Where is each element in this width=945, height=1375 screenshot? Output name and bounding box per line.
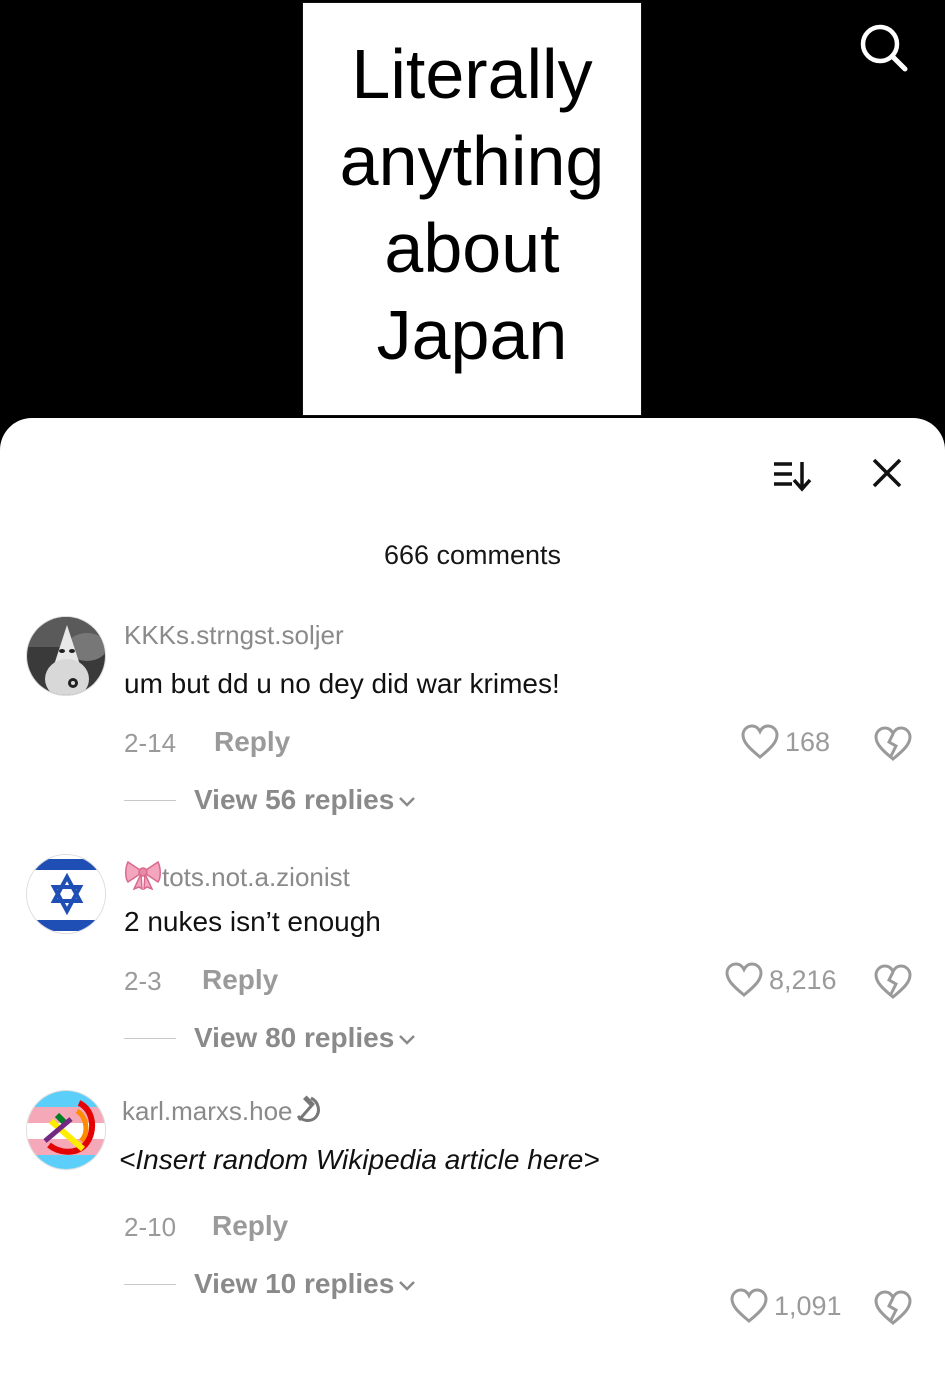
chevron-down-icon [399, 1280, 416, 1291]
like-button[interactable]: 168 [741, 724, 830, 760]
comment-text: 2 nukes isn’t enough [124, 906, 381, 937]
video-area[interactable]: Literally anything about Japan [0, 0, 945, 430]
reply-button[interactable]: Reply [202, 964, 278, 996]
search-icon [860, 24, 908, 72]
chevron-down-icon [399, 1034, 416, 1045]
view-replies-button[interactable]: View 80 replies [194, 1022, 416, 1054]
divider [124, 1038, 176, 1039]
avatar[interactable] [26, 1090, 106, 1170]
dislike-button[interactable] [874, 726, 912, 764]
username-row[interactable]: karl.marxs.hoe [122, 1094, 323, 1127]
reply-button[interactable]: Reply [212, 1210, 288, 1242]
like-count: 168 [785, 726, 831, 757]
close-button[interactable] [866, 454, 910, 498]
comment-count: 666 comments [383, 540, 562, 570]
broken-heart-icon [874, 1290, 912, 1325]
title-card: Literally anything about Japan [302, 2, 642, 416]
like-button[interactable]: 1,091 [730, 1288, 842, 1324]
comment-date: 2-14 [124, 728, 177, 758]
broken-heart-icon [874, 726, 912, 761]
heart-icon [725, 962, 763, 997]
username: tots.not.a.zionist [162, 862, 350, 892]
search-button[interactable] [856, 20, 912, 76]
comment-text: um but dd u no dey did war krimes! [124, 668, 560, 699]
username[interactable]: KKKs.strngst.soljer [124, 620, 344, 651]
avatar[interactable] [26, 616, 106, 696]
comment-date: 2-3 [124, 966, 162, 996]
heart-icon [730, 1288, 768, 1323]
username-row[interactable]: tots.not.a.zionist [124, 858, 350, 893]
username: karl.marxs.hoe [122, 1096, 293, 1126]
hooded-figure-avatar-icon [27, 617, 105, 695]
sort-button[interactable] [770, 458, 814, 502]
view-replies-label: View 10 replies [194, 1268, 395, 1299]
heart-icon [741, 724, 779, 759]
view-replies-label: View 80 replies [194, 1022, 395, 1053]
view-replies-button[interactable]: View 10 replies [194, 1268, 416, 1300]
dislike-button[interactable] [874, 1290, 912, 1328]
close-icon [872, 458, 902, 488]
comment-text: <Insert random Wikipedia article here> [119, 1144, 600, 1175]
title-card-text: Literally anything about Japan [339, 35, 605, 374]
divider [124, 1284, 176, 1285]
broken-heart-icon [874, 964, 912, 999]
comment-date: 2-10 [124, 1212, 177, 1242]
sort-icon [774, 462, 812, 492]
like-count: 1,091 [774, 1290, 842, 1321]
like-button[interactable]: 8,216 [725, 962, 837, 998]
dislike-button[interactable] [874, 964, 912, 1002]
divider [124, 800, 176, 801]
ribbon-icon [125, 860, 161, 890]
view-replies-button[interactable]: View 56 replies [194, 784, 416, 816]
pride-flag-avatar-icon [27, 1091, 105, 1169]
chevron-down-icon [399, 796, 416, 807]
view-replies-label: View 56 replies [194, 784, 395, 815]
star-of-david-flag-avatar-icon [27, 855, 105, 933]
hammer-sickle-icon [296, 1095, 320, 1122]
like-count: 8,216 [769, 964, 837, 995]
comments-sheet: 666 comments KKKs.strngst.soljer um but … [0, 418, 945, 1375]
reply-button[interactable]: Reply [214, 726, 290, 758]
avatar[interactable] [26, 854, 106, 934]
